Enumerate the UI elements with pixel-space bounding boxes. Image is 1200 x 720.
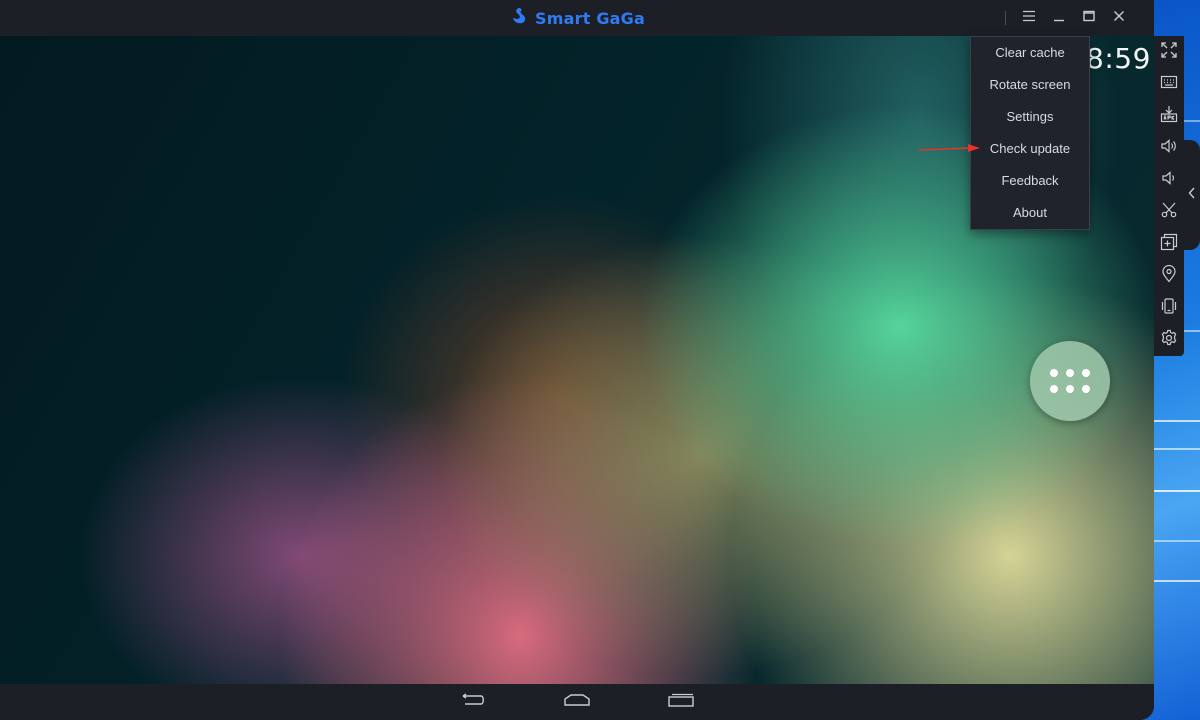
keyboard-icon (1160, 73, 1178, 96)
android-nav-bar (0, 684, 1154, 720)
fullscreen-button[interactable] (1154, 36, 1184, 68)
menu-item-settings[interactable]: Settings (971, 101, 1089, 133)
drawer-dot (1066, 369, 1074, 377)
title-divider (1005, 11, 1006, 25)
toolbar-collapse-tab[interactable] (1184, 140, 1200, 250)
volume-down-button[interactable] (1154, 164, 1184, 196)
hamburger-icon (1022, 9, 1036, 27)
menu-item-feedback[interactable]: Feedback (971, 165, 1089, 197)
menu-item-about[interactable]: About (971, 197, 1089, 229)
menu-item-rotate-screen[interactable]: Rotate screen (971, 69, 1089, 101)
multi-instance-button[interactable] (1154, 228, 1184, 260)
app-title: Smart GaGa (535, 8, 645, 28)
drawer-dot (1050, 385, 1058, 393)
drawer-dot (1082, 369, 1090, 377)
volume-down-icon (1160, 169, 1178, 192)
menu-item-clear-cache[interactable]: Clear cache (971, 37, 1089, 69)
side-toolbar (1154, 36, 1184, 356)
maximize-button[interactable] (1074, 0, 1104, 36)
recents-button[interactable] (664, 692, 698, 712)
volume-up-button[interactable] (1154, 132, 1184, 164)
home-button[interactable] (560, 692, 594, 712)
chevron-left-icon (1188, 186, 1196, 204)
recents-icon (667, 693, 695, 712)
annotation-arrow (918, 144, 980, 152)
location-icon (1160, 264, 1178, 288)
multi-instance-icon (1160, 233, 1178, 256)
fullscreen-icon (1160, 41, 1178, 64)
keyboard-button[interactable] (1154, 68, 1184, 100)
screenshot-button[interactable] (1154, 196, 1184, 228)
app-drawer-button[interactable] (1030, 341, 1110, 421)
apk-install-button[interactable] (1154, 100, 1184, 132)
drawer-dot (1082, 385, 1090, 393)
drawer-dot (1050, 369, 1058, 377)
location-button[interactable] (1154, 260, 1184, 292)
home-icon (563, 693, 591, 712)
back-icon (459, 692, 487, 712)
close-button[interactable] (1104, 0, 1134, 36)
menu-item-check-update[interactable]: Check update (971, 133, 1089, 165)
drawer-dot (1066, 385, 1074, 393)
brand: Smart GaGa (509, 6, 645, 31)
window-controls (1005, 0, 1134, 36)
settings-button[interactable] (1154, 324, 1184, 356)
main-menu-dropdown: Clear cache Rotate screen Settings Check… (970, 36, 1090, 230)
shake-icon (1160, 297, 1178, 320)
settings-gear-icon (1160, 329, 1178, 352)
minimize-icon (1053, 9, 1065, 27)
back-button[interactable] (456, 692, 490, 712)
clock-widget: 8:59 (1086, 42, 1151, 75)
close-icon (1113, 9, 1125, 27)
volume-up-icon (1160, 137, 1178, 160)
scissors-icon (1160, 201, 1178, 224)
menu-button[interactable] (1014, 0, 1044, 36)
minimize-button[interactable] (1044, 0, 1074, 36)
title-bar: Smart GaGa (0, 0, 1154, 36)
apk-install-icon (1160, 105, 1178, 128)
shake-button[interactable] (1154, 292, 1184, 324)
swan-logo-icon (509, 6, 529, 31)
maximize-icon (1083, 9, 1095, 27)
